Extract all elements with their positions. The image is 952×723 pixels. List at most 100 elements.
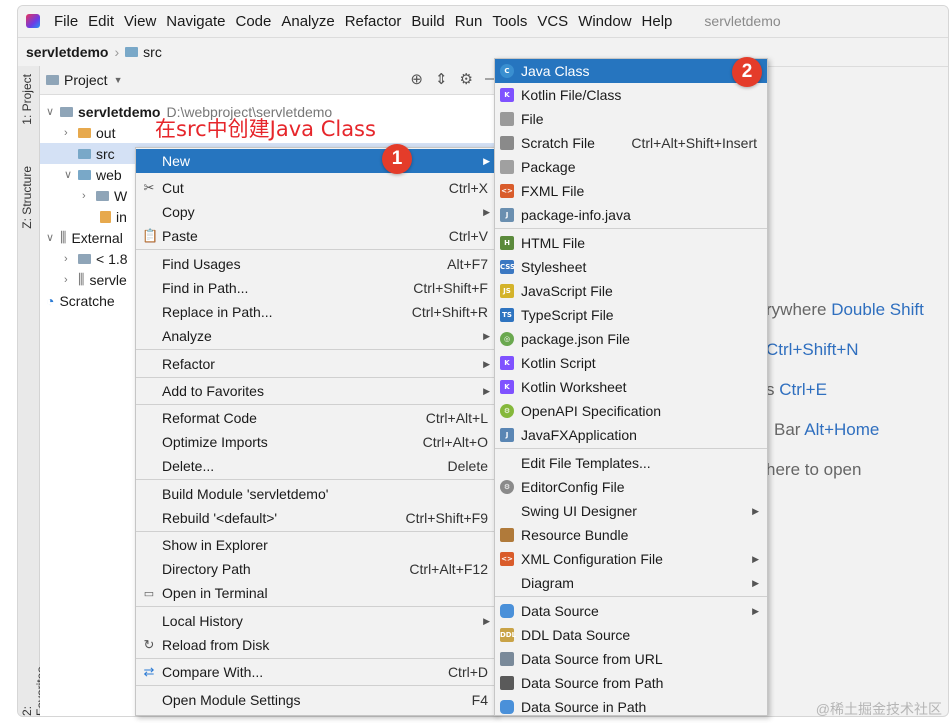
breadcrumb-project[interactable]: servletdemo — [26, 44, 108, 60]
submenu-item-java-class[interactable]: C Java Class — [495, 59, 767, 83]
menu-item-show-in-explorer[interactable]: Show in Explorer — [136, 533, 496, 557]
submenu-item-data-source-in-path[interactable]: Data Source in Path — [495, 695, 767, 719]
chevron-down-icon[interactable]: ∨ — [64, 168, 78, 181]
menu-file[interactable]: File — [54, 13, 78, 30]
tree-item-web[interactable]: ∨ web — [64, 164, 122, 185]
ddl-icon: DDL — [500, 628, 516, 642]
collapse-all-icon[interactable]: ⇕ — [435, 70, 448, 88]
menu-window[interactable]: Window — [578, 13, 631, 30]
menu-code[interactable]: Code — [235, 13, 271, 30]
menu-help[interactable]: Help — [642, 13, 673, 30]
submenu-item-kotlin-file[interactable]: K Kotlin File/Class — [495, 83, 767, 107]
menu-item-find-in-path[interactable]: Find in Path... Ctrl+Shift+F — [136, 276, 496, 300]
menu-item-new[interactable]: New ▶ — [136, 149, 496, 173]
submenu-item-swing-ui-designer[interactable]: Swing UI Designer ▶ — [495, 499, 767, 523]
submenu-item-openapi[interactable]: ⚙ OpenAPI Specification — [495, 399, 767, 423]
tree-item-src[interactable]: src — [78, 143, 115, 164]
submenu-item-editorconfig[interactable]: ⚙ EditorConfig File — [495, 475, 767, 499]
folder-datasource-icon — [500, 676, 514, 690]
tree-item-servlet-lib[interactable]: › ⫼ servle — [64, 269, 127, 290]
submenu-item-kotlin-worksheet[interactable]: K Kotlin Worksheet — [495, 375, 767, 399]
tab-structure[interactable]: Z: Structure — [20, 166, 34, 229]
submenu-item-package[interactable]: Package — [495, 155, 767, 179]
submenu-item-html-file[interactable]: H HTML File — [495, 231, 767, 255]
menu-view[interactable]: View — [124, 13, 156, 30]
menu-item-add-to-favorites[interactable]: Add to Favorites ▶ — [136, 379, 496, 403]
tree-item-external[interactable]: ∨ ⫼ External — [46, 227, 123, 248]
menu-item-cut[interactable]: ✂ Cut Ctrl+X — [136, 176, 496, 200]
chevron-down-icon[interactable]: ▼ — [114, 75, 123, 85]
submenu-item-edit-file-templates[interactable]: Edit File Templates... — [495, 451, 767, 475]
submenu-item-resource-bundle[interactable]: Resource Bundle — [495, 523, 767, 547]
hint-recent-files: s Ctrl+E — [766, 380, 827, 399]
menu-edit[interactable]: Edit — [88, 13, 114, 30]
submenu-item-data-source[interactable]: Data Source ▶ — [495, 599, 767, 623]
tree-item-jdk[interactable]: › < 1.8 — [64, 248, 128, 269]
chevron-right-icon[interactable]: › — [64, 274, 78, 286]
submenu-item-scratch-file[interactable]: Scratch File Ctrl+Alt+Shift+Insert — [495, 131, 767, 155]
submenu-item-package-info[interactable]: Jpackage-info.java — [495, 203, 767, 227]
library-icon: ⫼ — [78, 271, 85, 287]
menu-navigate[interactable]: Navigate — [166, 13, 225, 30]
menu-item-open-in-terminal[interactable]: ▭ Open in Terminal — [136, 581, 496, 605]
breadcrumb-folder[interactable]: src — [143, 44, 162, 60]
scissors-icon: ✂ — [143, 180, 155, 195]
submenu-item-stylesheet[interactable]: CSS Stylesheet — [495, 255, 767, 279]
submenu-item-javafx-app[interactable]: J JavaFXApplication — [495, 423, 767, 447]
tab-project[interactable]: 1: Project — [20, 74, 34, 125]
submenu-arrow-icon: ▶ — [483, 155, 490, 166]
submenu-item-typescript-file[interactable]: TS TypeScript File — [495, 303, 767, 327]
chevron-right-icon[interactable]: › — [64, 253, 78, 265]
submenu-item-fxml-file[interactable]: <> FXML File — [495, 179, 767, 203]
menu-item-directory-path[interactable]: Directory Path Ctrl+Alt+F12 — [136, 557, 496, 581]
menu-run[interactable]: Run — [455, 13, 483, 30]
menu-item-compare-with[interactable]: ⇄ Compare With... Ctrl+D — [136, 660, 496, 684]
kotlin-file-icon: K — [500, 88, 514, 102]
menu-item-find-usages[interactable]: Find Usages Alt+F7 — [136, 252, 496, 276]
menu-item-refactor[interactable]: Refactor ▶ — [136, 352, 496, 376]
tree-item-out[interactable]: › out — [64, 122, 115, 143]
tree-item-webinf[interactable]: › W — [82, 185, 127, 206]
submenu-item-package-json[interactable]: ◎ package.json File — [495, 327, 767, 351]
menu-build[interactable]: Build — [411, 13, 444, 30]
submenu-item-javascript-file[interactable]: JS JavaScript File — [495, 279, 767, 303]
chevron-right-icon[interactable]: › — [64, 127, 78, 139]
compare-icon: ⇄ — [143, 664, 155, 679]
project-view-select[interactable]: Project — [64, 72, 108, 88]
menu-item-optimize-imports[interactable]: Optimize Imports Ctrl+Alt+O — [136, 430, 496, 454]
submenu-item-data-source-path[interactable]: Data Source from Path — [495, 671, 767, 695]
submenu-item-file[interactable]: File — [495, 107, 767, 131]
menu-item-paste[interactable]: 📋 Paste Ctrl+V — [136, 224, 496, 248]
menu-refactor[interactable]: Refactor — [345, 13, 402, 30]
menu-item-reformat-code[interactable]: Reformat Code Ctrl+Alt+L — [136, 406, 496, 430]
chevron-right-icon[interactable]: › — [82, 190, 96, 202]
submenu-item-diagram[interactable]: Diagram ▶ — [495, 571, 767, 595]
locate-icon[interactable]: ⊕ — [410, 70, 423, 88]
tree-item-scratches[interactable]: ◔ Scratche — [46, 290, 115, 311]
submenu-item-xml-config[interactable]: <> XML Configuration File ▶ — [495, 547, 767, 571]
menu-item-rebuild[interactable]: Rebuild '<default>' Ctrl+Shift+F9 — [136, 506, 496, 530]
chevron-down-icon[interactable]: ∨ — [46, 105, 60, 118]
menu-item-build-module[interactable]: Build Module 'servletdemo' — [136, 482, 496, 506]
menu-item-analyze[interactable]: Analyze ▶ — [136, 324, 496, 348]
javascript-file-icon: JS — [500, 284, 514, 298]
menu-analyze[interactable]: Analyze — [281, 13, 334, 30]
tree-item-index[interactable]: in — [100, 206, 127, 227]
menu-item-reload-from-disk[interactable]: ↻ Reload from Disk — [136, 633, 496, 657]
breadcrumb: servletdemo › src — [18, 37, 948, 67]
menu-item-copy[interactable]: Copy ▶ — [136, 200, 496, 224]
menu-item-open-module-settings[interactable]: Open Module Settings F4 — [136, 688, 496, 712]
submenu-arrow-icon: ▶ — [483, 206, 490, 217]
menu-item-replace-in-path[interactable]: Replace in Path... Ctrl+Shift+R — [136, 300, 496, 324]
gear-icon[interactable]: ⚙ — [460, 70, 473, 88]
submenu-item-kotlin-script[interactable]: K Kotlin Script — [495, 351, 767, 375]
menu-item-delete[interactable]: Delete... Delete — [136, 454, 496, 478]
menu-tools[interactable]: Tools — [492, 13, 527, 30]
submenu-item-data-source-url[interactable]: Data Source from URL — [495, 647, 767, 671]
menu-vcs[interactable]: VCS — [537, 13, 568, 30]
intellij-logo-icon — [26, 14, 40, 28]
menu-item-local-history[interactable]: Local History ▶ — [136, 609, 496, 633]
submenu-item-ddl-data-source[interactable]: DDL DDL Data Source — [495, 623, 767, 647]
chevron-down-icon[interactable]: ∨ — [46, 231, 60, 244]
submenu-arrow-icon: ▶ — [752, 505, 759, 516]
